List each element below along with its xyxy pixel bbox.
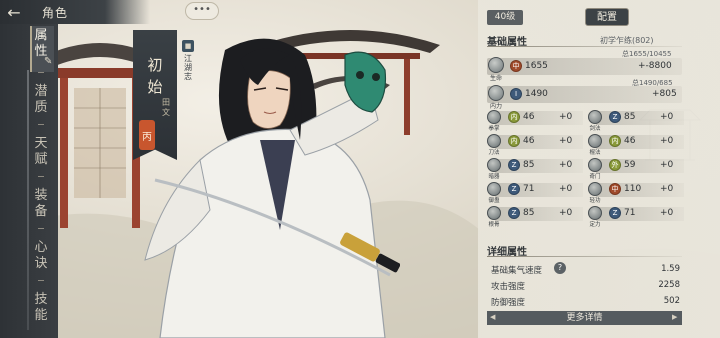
menu-item-skills[interactable]: 技能 xyxy=(34,292,48,324)
stat-label: 剑法 xyxy=(589,126,601,132)
menu-divider xyxy=(38,228,44,229)
stat-value: 85 xyxy=(523,208,535,218)
stat-delta: +0 xyxy=(559,112,573,122)
menu-item-mind-art[interactable]: 心诀 xyxy=(34,240,48,272)
stat-delta: +0 xyxy=(660,112,674,122)
stat-icon xyxy=(588,182,602,196)
stat-value: 46 xyxy=(523,136,535,146)
stat-grade-badge: Z xyxy=(609,111,621,123)
stat-icon xyxy=(487,182,501,196)
stat-value: 71 xyxy=(624,208,636,218)
character-class: 田文 xyxy=(162,98,170,117)
stat-grade-badge: 内 xyxy=(508,111,520,123)
menu-item-equipment[interactable]: 装备 xyxy=(34,188,48,220)
life-icon xyxy=(488,57,504,73)
sect-tag[interactable]: ■ 江湖志 xyxy=(182,40,196,81)
stat-grade-badge: Z xyxy=(508,159,520,171)
stat-label: 暗器 xyxy=(488,174,500,180)
stat-delta: +0 xyxy=(660,136,674,146)
inner-power-icon xyxy=(488,85,504,101)
chat-bubble-button[interactable]: ••• xyxy=(185,2,219,20)
stat-icon xyxy=(487,110,501,124)
menu-item-potential[interactable]: 潜质 xyxy=(34,84,48,116)
mp-grade-badge: I xyxy=(510,88,522,100)
detail-label-attack: 攻击强度 xyxy=(491,282,526,292)
stat-label: 刀法 xyxy=(488,150,500,156)
stat-delta: +0 xyxy=(559,160,573,170)
menu-divider xyxy=(38,124,44,125)
stat-value: 46 xyxy=(523,112,535,122)
stat-grade-badge: 中 xyxy=(609,183,621,195)
stat-value: 110 xyxy=(624,184,642,194)
stat-icon xyxy=(588,134,602,148)
stat-value: 59 xyxy=(624,160,636,170)
pencil-icon: ✎ xyxy=(44,56,53,67)
stat-grade-badge: 内 xyxy=(508,135,520,147)
stat-label: 根骨 xyxy=(488,222,500,228)
menu-divider xyxy=(38,280,44,281)
stat-grade-badge: 外 xyxy=(609,159,621,171)
stat-value: 85 xyxy=(523,160,535,170)
hp-value: 1655 xyxy=(525,61,548,71)
chevron-right-icon: ▶ xyxy=(672,313,678,321)
mp-label: 内力 xyxy=(489,103,502,110)
character-name: 初始 xyxy=(147,56,163,96)
detail-value-attack: 2258 xyxy=(658,280,680,290)
stat-delta: +0 xyxy=(660,160,674,170)
mp-delta: +805 xyxy=(652,89,677,99)
menu-item-talent[interactable]: 天赋 xyxy=(34,136,48,168)
mp-value: 1490 xyxy=(525,89,548,99)
stat-grade-badge: Z xyxy=(508,207,520,219)
stat-delta: +0 xyxy=(660,184,674,194)
hp-delta: +-8800 xyxy=(638,61,672,71)
level-badge: 40级 xyxy=(487,10,523,25)
detail-label-charge-speed: 基础集气速度 xyxy=(491,266,543,276)
rank-label: 初学乍练(802) xyxy=(600,36,654,45)
stat-value: 85 xyxy=(624,112,636,122)
stat-label: 拳掌 xyxy=(488,126,500,132)
stat-label: 奇门 xyxy=(589,174,601,180)
stat-value: 71 xyxy=(523,184,535,194)
stat-icon xyxy=(487,206,501,220)
chevron-left-icon: ◀ xyxy=(490,313,496,321)
detail-label-defense: 防御强度 xyxy=(491,298,526,308)
stat-grade-badge: Z xyxy=(508,183,520,195)
stat-label: 轻功 xyxy=(589,198,601,204)
menu-divider xyxy=(38,176,44,177)
character-portrait xyxy=(144,38,400,338)
stat-grade-badge: 内 xyxy=(609,135,621,147)
stat-label: 棍法 xyxy=(589,150,601,156)
back-arrow-icon[interactable]: ← xyxy=(0,0,28,24)
stat-icon xyxy=(588,206,602,220)
stat-label: 定力 xyxy=(589,222,601,228)
sect-label: 江湖志 xyxy=(184,54,192,81)
page-title: 角色 xyxy=(42,5,69,20)
menu-divider xyxy=(38,72,44,73)
book-icon: ■ xyxy=(182,40,194,52)
stat-grade-badge: Z xyxy=(609,207,621,219)
hp-label: 生命 xyxy=(489,75,502,82)
config-button[interactable]: 配置 xyxy=(585,8,629,26)
stat-delta: +0 xyxy=(660,208,674,218)
detail-value-defense: 502 xyxy=(663,296,680,306)
stat-icon xyxy=(588,110,602,124)
detail-value-charge-speed: 1.59 xyxy=(661,264,680,274)
help-icon[interactable]: ? xyxy=(554,262,566,274)
stat-icon xyxy=(487,158,501,172)
section-divider xyxy=(487,256,682,257)
stat-value: 46 xyxy=(624,136,636,146)
section-divider xyxy=(487,46,682,47)
menu-rail xyxy=(27,70,29,330)
stat-label: 御蛊 xyxy=(488,198,500,204)
grade-badge: 丙 xyxy=(139,120,155,150)
stat-delta: +0 xyxy=(559,208,573,218)
stat-delta: +0 xyxy=(559,184,573,194)
more-details-button[interactable]: 更多详情 xyxy=(487,311,682,325)
top-bar: ← 角色 xyxy=(0,0,150,24)
hp-grade-badge: 中 xyxy=(510,60,522,72)
stat-icon xyxy=(487,134,501,148)
stat-icon xyxy=(588,158,602,172)
stat-delta: +0 xyxy=(559,136,573,146)
